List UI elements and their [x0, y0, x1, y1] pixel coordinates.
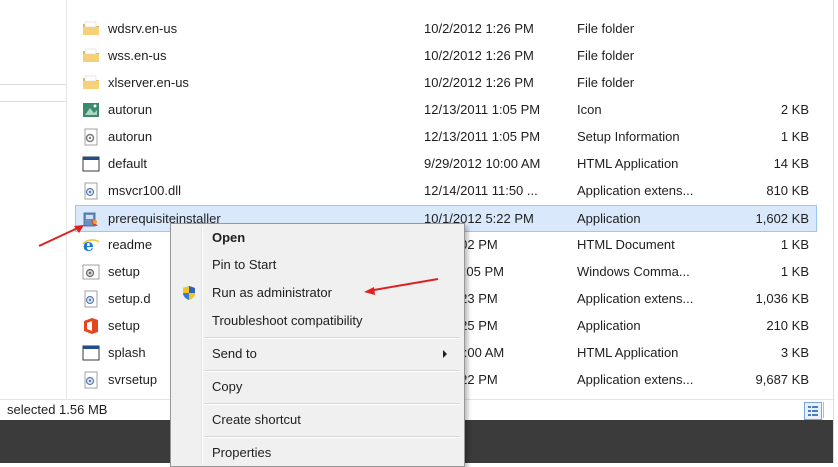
menu-item-properties[interactable]: Properties: [173, 440, 462, 466]
file-row[interactable]: default 9/29/2012 10:00 AM HTML Applicatio…: [76, 151, 816, 178]
file-name: setup.d: [108, 291, 151, 306]
file-row[interactable]: autorun 12/13/2011 1:05 PM Setup Informati…: [76, 124, 816, 151]
file-name: svrsetup: [108, 372, 158, 387]
file-row[interactable]: xlserver.en-us 10/2/2012 1:26 PM File fold…: [76, 70, 816, 97]
uac-shield-icon: [181, 285, 197, 301]
file-row[interactable]: msvcr100.dll 12/14/2011 11:50 ... Applicat…: [76, 178, 816, 205]
menu-item-pin-to-start[interactable]: Pin to Start: [173, 252, 462, 278]
file-name: default: [108, 156, 148, 171]
file-type: Application extens...: [577, 183, 694, 198]
menu-separator: [204, 337, 460, 339]
window-border: [833, 0, 838, 463]
menu-separator: [204, 370, 460, 372]
large-icons-view-icon[interactable]: [823, 402, 832, 418]
menu-item-create-shortcut-label: Create shortcut: [212, 412, 301, 427]
dll-icon: [82, 290, 100, 308]
menu-item-send-to-label: Send to: [212, 346, 257, 361]
file-type: Setup Information: [577, 129, 680, 144]
menu-item-troubleshoot-label: Troubleshoot compatibility: [212, 313, 363, 328]
file-date-modified: 10/2/2012 1:26 PM: [424, 48, 534, 63]
navigation-pane-item[interactable]: [0, 84, 66, 102]
menu-item-open[interactable]: Open: [173, 225, 462, 251]
menu-item-copy-label: Copy: [212, 379, 243, 394]
file-size: 1,602 KB: [755, 211, 810, 226]
menu-item-pin-label: Pin to Start: [212, 257, 277, 272]
file-date-modified: 9/29/2012 10:00 AM: [424, 156, 541, 171]
file-type: Application: [577, 318, 641, 333]
file-type: Windows Comma...: [577, 264, 690, 279]
menu-item-send-to[interactable]: Send to: [173, 341, 462, 367]
context-menu: Open Pin to Start Run as administrator T…: [170, 223, 465, 467]
file-name: autorun: [108, 129, 153, 144]
menu-item-troubleshoot-compatibility[interactable]: Troubleshoot compatibility: [173, 308, 462, 334]
file-name: wdsrv.en-us: [108, 21, 178, 36]
menu-item-copy[interactable]: Copy: [173, 374, 462, 400]
dll-icon: [82, 182, 100, 200]
menu-item-run-as-administrator[interactable]: Run as administrator: [173, 280, 462, 306]
file-type: File folder: [577, 48, 635, 63]
file-type: Application extens...: [577, 291, 694, 306]
menu-item-open-label: Open: [212, 230, 246, 245]
file-size: 810 KB: [766, 183, 809, 198]
file-size: 9,687 KB: [755, 372, 810, 387]
office-setup-icon: [82, 317, 100, 335]
folder-icon: [82, 47, 100, 65]
file-row[interactable]: wss.en-us 10/2/2012 1:26 PM File folder: [76, 43, 816, 70]
file-explorer-window: wdsrv.en-us 10/2/2012 1:26 PM File folder w…: [0, 0, 838, 467]
file-name: splash: [108, 345, 146, 360]
file-size: 14 KB: [773, 156, 809, 171]
window-app-icon: [82, 344, 100, 362]
file-size: 1 KB: [780, 129, 809, 144]
file-type: File folder: [577, 21, 635, 36]
status-text: selected 1.56 MB: [7, 402, 108, 417]
file-date-modified: 12/14/2011 11:50 ...: [424, 183, 538, 198]
file-size: 210 KB: [766, 318, 809, 333]
details-view-icon[interactable]: [804, 402, 822, 420]
file-type: Application extens...: [577, 372, 694, 387]
file-name: readme: [108, 237, 153, 252]
file-type: HTML Application: [577, 345, 679, 360]
file-row[interactable]: autorun 12/13/2011 1:05 PM Icon 2 KB: [76, 97, 816, 124]
file-name: setup: [108, 318, 140, 333]
cmd-script-icon: [82, 263, 100, 281]
file-name: setup: [108, 264, 140, 279]
window-app-icon: [82, 155, 100, 173]
file-type: Application: [577, 211, 641, 226]
image-file-icon: [82, 101, 100, 119]
file-type: HTML Application: [577, 156, 679, 171]
folder-icon: [82, 74, 100, 92]
file-size: 1,036 KB: [755, 291, 810, 306]
file-size: 1 KB: [780, 237, 809, 252]
menu-item-create-shortcut[interactable]: Create shortcut: [173, 407, 462, 433]
file-size: 3 KB: [780, 345, 809, 360]
menu-item-run-as-admin-label: Run as administrator: [212, 285, 332, 300]
file-name: msvcr100.dll: [108, 183, 181, 198]
navigation-pane-divider: [66, 0, 67, 400]
menu-separator: [204, 403, 460, 405]
menu-separator: [204, 436, 460, 438]
file-date-modified: 10/2/2012 1:26 PM: [424, 21, 534, 36]
svg-text:e: e: [83, 236, 94, 254]
file-date-modified: 12/13/2011 1:05 PM: [424, 102, 541, 117]
file-size: 1 KB: [780, 264, 809, 279]
file-name: autorun: [108, 102, 153, 117]
installer-icon: [82, 210, 100, 228]
submenu-arrow-icon: [443, 350, 447, 358]
file-date-modified: 12/13/2011 1:05 PM: [424, 129, 541, 144]
ie-document-icon: e: [82, 236, 100, 256]
file-type: HTML Document: [577, 237, 675, 252]
file-name: xlserver.en-us: [108, 75, 189, 90]
setup-info-icon: [82, 128, 100, 146]
menu-item-properties-label: Properties: [212, 445, 272, 460]
file-size: 2 KB: [780, 102, 809, 117]
file-type: File folder: [577, 75, 635, 90]
file-date-modified: 10/2/2012 1:26 PM: [424, 75, 534, 90]
file-type: Icon: [577, 102, 602, 117]
file-row[interactable]: wdsrv.en-us 10/2/2012 1:26 PM File folder: [76, 16, 816, 43]
dll-icon: [82, 371, 100, 389]
file-name: wss.en-us: [108, 48, 167, 63]
folder-icon: [82, 20, 100, 38]
